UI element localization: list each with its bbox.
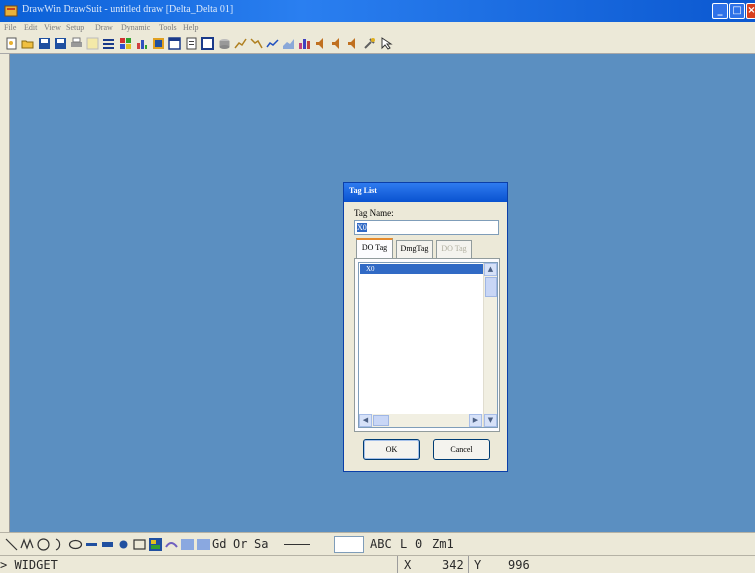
area-chart-icon[interactable] (282, 37, 295, 50)
dialog-title-bar[interactable]: Tag List (344, 183, 507, 202)
gd-label[interactable]: Gd (212, 537, 226, 552)
tag-list-dialog: Tag List Tag Name: X0 DO Tag DmgTag DO T… (343, 182, 508, 472)
tab-panel: X0 ▲ ▼ ◀ ▶ (354, 258, 500, 432)
speaker-icon[interactable] (315, 37, 328, 50)
bar-tool-icon[interactable] (100, 537, 115, 552)
arrow-tool-icon[interactable] (84, 537, 99, 552)
save-as-icon[interactable] (54, 37, 67, 50)
status-separator (397, 556, 398, 573)
text-style-2-icon[interactable] (196, 537, 211, 552)
frame-icon[interactable] (201, 37, 214, 50)
rectangle-tool-icon[interactable] (132, 537, 147, 552)
arc-tool-icon[interactable] (52, 537, 67, 552)
status-bar: > WIDGET X 342 Y 996 (0, 555, 755, 573)
line-tool-icon[interactable] (4, 537, 19, 552)
main-toolbar (0, 34, 755, 54)
image-icon[interactable] (152, 37, 165, 50)
color-field[interactable] (334, 536, 364, 553)
menu-draw[interactable]: Draw (95, 22, 113, 34)
menu-dynamic[interactable]: Dynamic (121, 22, 150, 34)
cancel-button[interactable]: Cancel (433, 439, 490, 460)
x-value: 342 (442, 558, 464, 572)
window-icon[interactable] (168, 37, 181, 50)
cylinder-icon[interactable] (218, 37, 231, 50)
scroll-right-icon[interactable]: ▶ (469, 414, 482, 427)
menu-view[interactable]: View (44, 22, 61, 34)
title-bar: DrawWin DrawSuit - untitled draw [Delta_… (0, 0, 755, 22)
x-label: X (404, 558, 412, 572)
list-item[interactable]: X0 (360, 264, 483, 274)
menu-bar: File Edit View Setup Draw Dynamic Tools … (0, 22, 755, 34)
sound-icon[interactable] (331, 37, 344, 50)
scroll-left-icon[interactable]: ◀ (359, 414, 372, 427)
ellipse-tool-icon[interactable] (68, 537, 83, 552)
tag-name-label: Tag Name: (354, 208, 394, 218)
menu-tools[interactable]: Tools (159, 22, 177, 34)
h-scroll-thumb[interactable] (373, 415, 389, 426)
palette-icon[interactable] (119, 37, 132, 50)
scroll-thumb[interactable] (485, 277, 497, 297)
trend-up-icon[interactable] (234, 37, 247, 50)
menu-help[interactable]: Help (183, 22, 199, 34)
menu-file[interactable]: File (4, 22, 16, 34)
menu-edit[interactable]: Edit (24, 22, 37, 34)
line-style-icon[interactable] (282, 537, 312, 552)
y-label: Y (474, 558, 482, 572)
abc-label[interactable]: ABC (370, 537, 392, 552)
tools-icon[interactable] (363, 37, 376, 50)
canvas-left-strip (0, 54, 10, 532)
list-icon[interactable] (102, 37, 115, 50)
open-folder-icon[interactable] (21, 37, 34, 50)
tag-name-value: X0 (357, 223, 367, 232)
trend-down-icon[interactable] (250, 37, 263, 50)
minimize-button[interactable]: _ (712, 3, 728, 19)
status-separator (468, 556, 469, 573)
zoom-label[interactable]: Zm1 (432, 537, 454, 552)
dialog-title: Tag List (349, 186, 377, 195)
scroll-down-icon[interactable]: ▼ (484, 414, 497, 427)
ok-button[interactable]: OK (363, 439, 420, 460)
layer-value[interactable]: 0 (415, 537, 422, 552)
drawing-toolbar: Gd Or Sa ABC L 0 Zm1 (0, 532, 755, 555)
tab-dmg-tag[interactable]: DmgTag (396, 240, 433, 258)
window-title: DrawWin DrawSuit - untitled draw [Delta_… (22, 4, 234, 15)
maximize-button[interactable]: □ (729, 3, 745, 19)
chart-icon[interactable] (135, 37, 148, 50)
or-label[interactable]: Or (233, 537, 247, 552)
fill-tool-icon[interactable] (116, 537, 131, 552)
tab-do-tag[interactable]: DO Tag (356, 238, 393, 258)
save-icon[interactable] (38, 37, 51, 50)
grid-icon[interactable] (86, 37, 99, 50)
bar-chart-icon[interactable] (298, 37, 311, 50)
sound-wave-icon[interactable] (347, 37, 360, 50)
sa-label[interactable]: Sa (254, 537, 268, 552)
layer-label: L (400, 537, 408, 551)
symbol-tool-icon[interactable] (164, 537, 179, 552)
tab-disabled: DO Tag (436, 240, 472, 258)
tag-name-input[interactable]: X0 (354, 220, 499, 235)
close-button[interactable]: × (746, 3, 755, 19)
vertical-scrollbar[interactable]: ▲ ▼ (483, 263, 497, 427)
circle-tool-icon[interactable] (36, 537, 51, 552)
new-file-icon[interactable] (5, 37, 18, 50)
page-icon[interactable] (185, 37, 198, 50)
menu-setup[interactable]: Setup (66, 22, 84, 34)
horizontal-scrollbar[interactable]: ◀ ▶ (359, 414, 483, 427)
print-icon[interactable] (70, 37, 83, 50)
scroll-up-icon[interactable]: ▲ (484, 263, 497, 276)
text-style-1-icon[interactable] (180, 537, 195, 552)
polyline-tool-icon[interactable] (20, 537, 35, 552)
app-icon (4, 5, 18, 17)
pointer-icon[interactable] (380, 37, 393, 50)
y-value: 996 (508, 558, 530, 572)
bitmap-tool-icon[interactable] (148, 537, 163, 552)
line-chart-icon[interactable] (266, 37, 279, 50)
command-prompt: > WIDGET (0, 558, 58, 572)
tag-listbox[interactable]: X0 ▲ ▼ ◀ ▶ (358, 262, 498, 428)
